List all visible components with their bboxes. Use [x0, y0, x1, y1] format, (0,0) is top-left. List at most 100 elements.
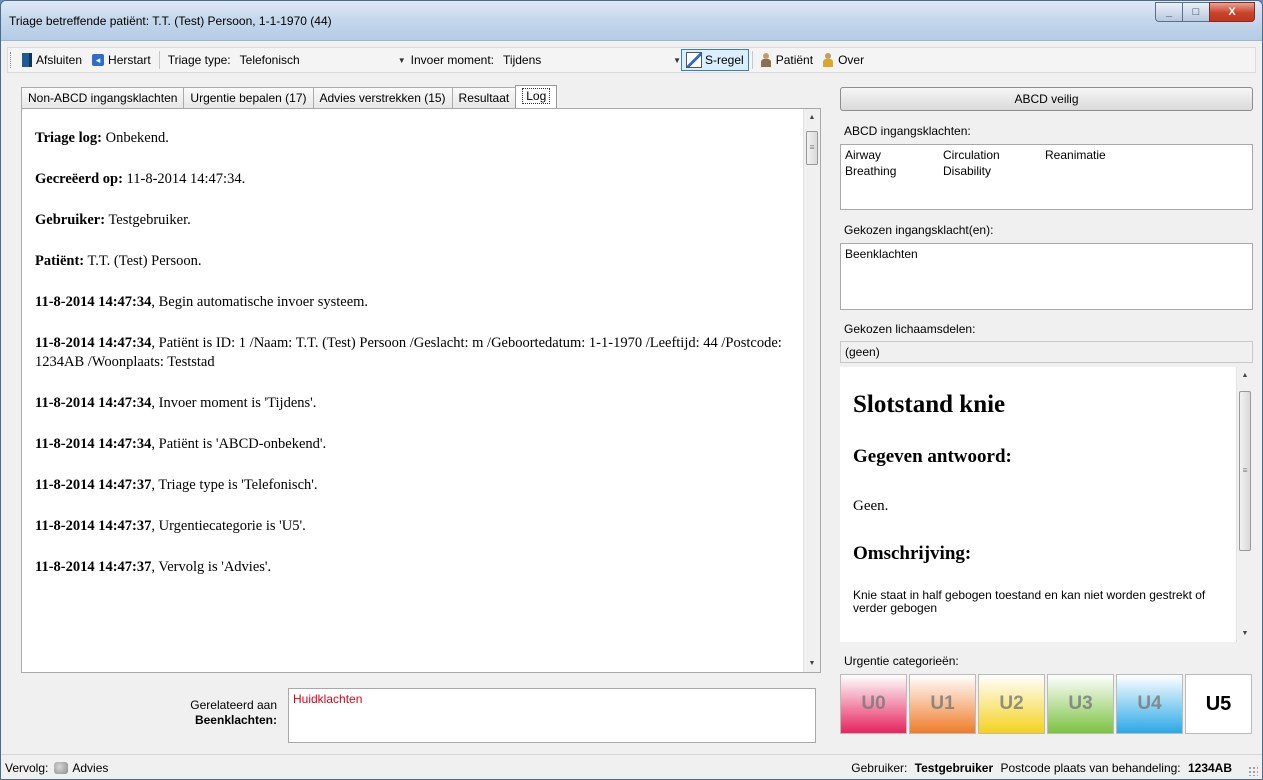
answer-title: Slotstand knie [853, 391, 1006, 418]
tab-label: Urgentie bepalen (17) [190, 91, 307, 105]
log-line-text: Testgebruiker. [105, 212, 191, 228]
answer-value: Geen. [853, 498, 889, 514]
log-pane[interactable]: Triage log: Onbekend. Gecreëerd op: 11-8… [21, 108, 821, 673]
scroll-thumb[interactable]: ≡ [806, 131, 818, 165]
log-line-key: 11-8-2014 14:47:37 [35, 518, 152, 534]
restart-label: Herstart [108, 53, 151, 67]
description-text: Knie staat in half gebogen toestand en k… [853, 588, 1206, 615]
abcd-item-airway[interactable]: Airway [845, 148, 943, 162]
log-line: Gebruiker: Testgebruiker. [35, 211, 795, 230]
log-content: Triage log: Onbekend. Gecreëerd op: 11-8… [35, 129, 795, 599]
urgency-u3[interactable]: U3 [1047, 674, 1114, 734]
chosen-complaint-label: Gekozen ingangsklacht(en): [844, 223, 994, 237]
followup-value: Advies [72, 760, 109, 775]
about-label: Over [838, 53, 865, 67]
abcd-veilig-button[interactable]: ABCD veilig [840, 87, 1253, 111]
s-regel-button[interactable]: S-regel [681, 49, 749, 71]
postcode-value: 1234AB [1187, 761, 1232, 775]
related-label-line2: Beenklachten: [194, 713, 277, 727]
scroll-up-icon[interactable]: ▲ [1237, 367, 1253, 384]
tab-label: Advies verstrekken (15) [319, 91, 446, 105]
scroll-down-icon[interactable]: ▼ [804, 655, 820, 672]
related-complaints-box[interactable]: Huidklachten [288, 688, 816, 743]
input-moment-select[interactable]: Tijdens ▼ [499, 50, 681, 70]
tab-non-abcd[interactable]: Non-ABCD ingangsklachten [21, 87, 185, 109]
main-window: Triage betreffende patiënt: T.T. (Test) … [0, 0, 1263, 780]
maximize-button[interactable]: □ [1182, 2, 1209, 22]
tab-resultaat[interactable]: Resultaat [451, 87, 517, 109]
exit-button[interactable]: Afsluiten [17, 49, 87, 71]
log-line-text: T.T. (Test) Persoon. [84, 253, 202, 269]
log-line-key: 11-8-2014 14:47:34 [35, 436, 152, 452]
restart-icon: ◂ [92, 54, 105, 66]
scroll-thumb[interactable]: ≡ [1239, 391, 1251, 551]
abcd-item-reanimatie[interactable]: Reanimatie [1045, 148, 1145, 162]
tab-urgentie[interactable]: Urgentie bepalen (17) [183, 87, 314, 109]
urgency-u2[interactable]: U2 [978, 674, 1045, 734]
about-icon [823, 53, 834, 67]
patient-button[interactable]: Patiënt [756, 49, 818, 71]
tab-log[interactable]: Log [515, 85, 558, 109]
tab-advies[interactable]: Advies verstrekken (15) [312, 87, 453, 109]
chevron-down-icon: ▼ [673, 55, 682, 65]
log-line-key: Gebruiker: [35, 212, 106, 228]
log-scrollbar[interactable]: ▲ ≡ ▼ [803, 109, 820, 672]
title-bar: Triage betreffende patiënt: T.T. (Test) … [1, 1, 1262, 41]
patient-label: Patiënt [775, 53, 814, 67]
chosen-complaint-item[interactable]: Beenklachten [841, 244, 1252, 264]
close-button[interactable]: X [1209, 2, 1255, 22]
urgency-u1[interactable]: U1 [909, 674, 976, 734]
log-line-key: 11-8-2014 14:47:34 [35, 335, 152, 351]
toolbar: Afsluiten ◂ Herstart Triage type: Telefo… [7, 47, 1256, 73]
body-parts-label: Gekozen lichaamsdelen: [844, 322, 976, 336]
log-line-text: , Begin automatische invoer systeem. [151, 294, 369, 310]
abcd-item-circulation[interactable]: Circulation [943, 148, 1045, 162]
scroll-down-icon[interactable]: ▼ [1237, 625, 1253, 642]
urgency-u4[interactable]: U4 [1116, 674, 1183, 734]
log-line-text: , Invoer moment is 'Tijdens'. [151, 395, 317, 411]
triage-type-value: Telefonisch [239, 53, 300, 67]
abcd-item-disability[interactable]: Disability [943, 164, 1045, 178]
log-line-text: , Patiënt is 'ABCD-onbekend'. [151, 436, 327, 452]
chosen-complaint-list: Beenklachten [840, 243, 1253, 310]
abcd-list: Airway Circulation Reanimatie Breathing … [840, 144, 1253, 210]
exit-door-icon [22, 53, 32, 67]
scroll-up-icon[interactable]: ▲ [804, 109, 820, 126]
toolbar-grip [10, 52, 14, 68]
window-title: Triage betreffende patiënt: T.T. (Test) … [9, 14, 332, 28]
log-line-text: , Triage type is 'Telefonisch'. [151, 477, 318, 493]
user-value: Testgebruiker [914, 761, 994, 775]
window-controls: _ □ X [1155, 2, 1255, 22]
resize-grip-icon[interactable] [1248, 766, 1258, 776]
abcd-label: ABCD ingangsklachten: [844, 124, 971, 138]
log-line-text: , Vervolg is 'Advies'. [151, 559, 272, 575]
log-line-key: Triage log: [35, 130, 102, 146]
log-line-key: 11-8-2014 14:47:34 [35, 294, 152, 310]
followup-label: Vervolg: [5, 760, 49, 775]
related-label-line1: Gerelateerd aan [190, 698, 277, 712]
description-heading: Omschrijving: [853, 543, 972, 564]
triage-type-select[interactable]: Telefonisch ▼ [236, 50, 406, 70]
user-label: Gebruiker: [851, 761, 908, 775]
urgency-u5[interactable]: U5 [1185, 674, 1252, 734]
answer-pane[interactable]: Slotstand knie Gegeven antwoord: Geen. O… [840, 367, 1253, 642]
abcd-item-breathing[interactable]: Breathing [845, 164, 943, 178]
log-line-key: 11-8-2014 14:47:37 [35, 559, 152, 575]
tab-label: Non-ABCD ingangsklachten [28, 91, 178, 105]
log-line: 11-8-2014 14:47:37, Triage type is 'Tele… [35, 476, 795, 495]
log-line: 11-8-2014 14:47:37, Urgentiecategorie is… [35, 517, 795, 536]
answer-scrollbar[interactable]: ▲ ≡ ▼ [1236, 367, 1253, 642]
about-button[interactable]: Over [818, 49, 869, 71]
input-moment-value: Tijdens [503, 53, 542, 67]
log-line: Gecreëerd op: 11-8-2014 14:47:34. [35, 170, 795, 189]
minimize-button[interactable]: _ [1155, 2, 1182, 22]
restart-button[interactable]: ◂ Herstart [87, 49, 156, 71]
patient-icon [760, 53, 771, 67]
postcode-label: Postcode plaats van behandeling: [1000, 761, 1181, 775]
tab-label: Log [522, 88, 551, 104]
toolbar-separator [158, 51, 160, 69]
log-line: 11-8-2014 14:47:34, Patiënt is ID: 1 /Na… [35, 334, 795, 372]
related-label: Gerelateerd aan Beenklachten: [141, 698, 277, 728]
urgency-u0[interactable]: U0 [840, 674, 907, 734]
log-line: Triage log: Onbekend. [35, 129, 795, 148]
